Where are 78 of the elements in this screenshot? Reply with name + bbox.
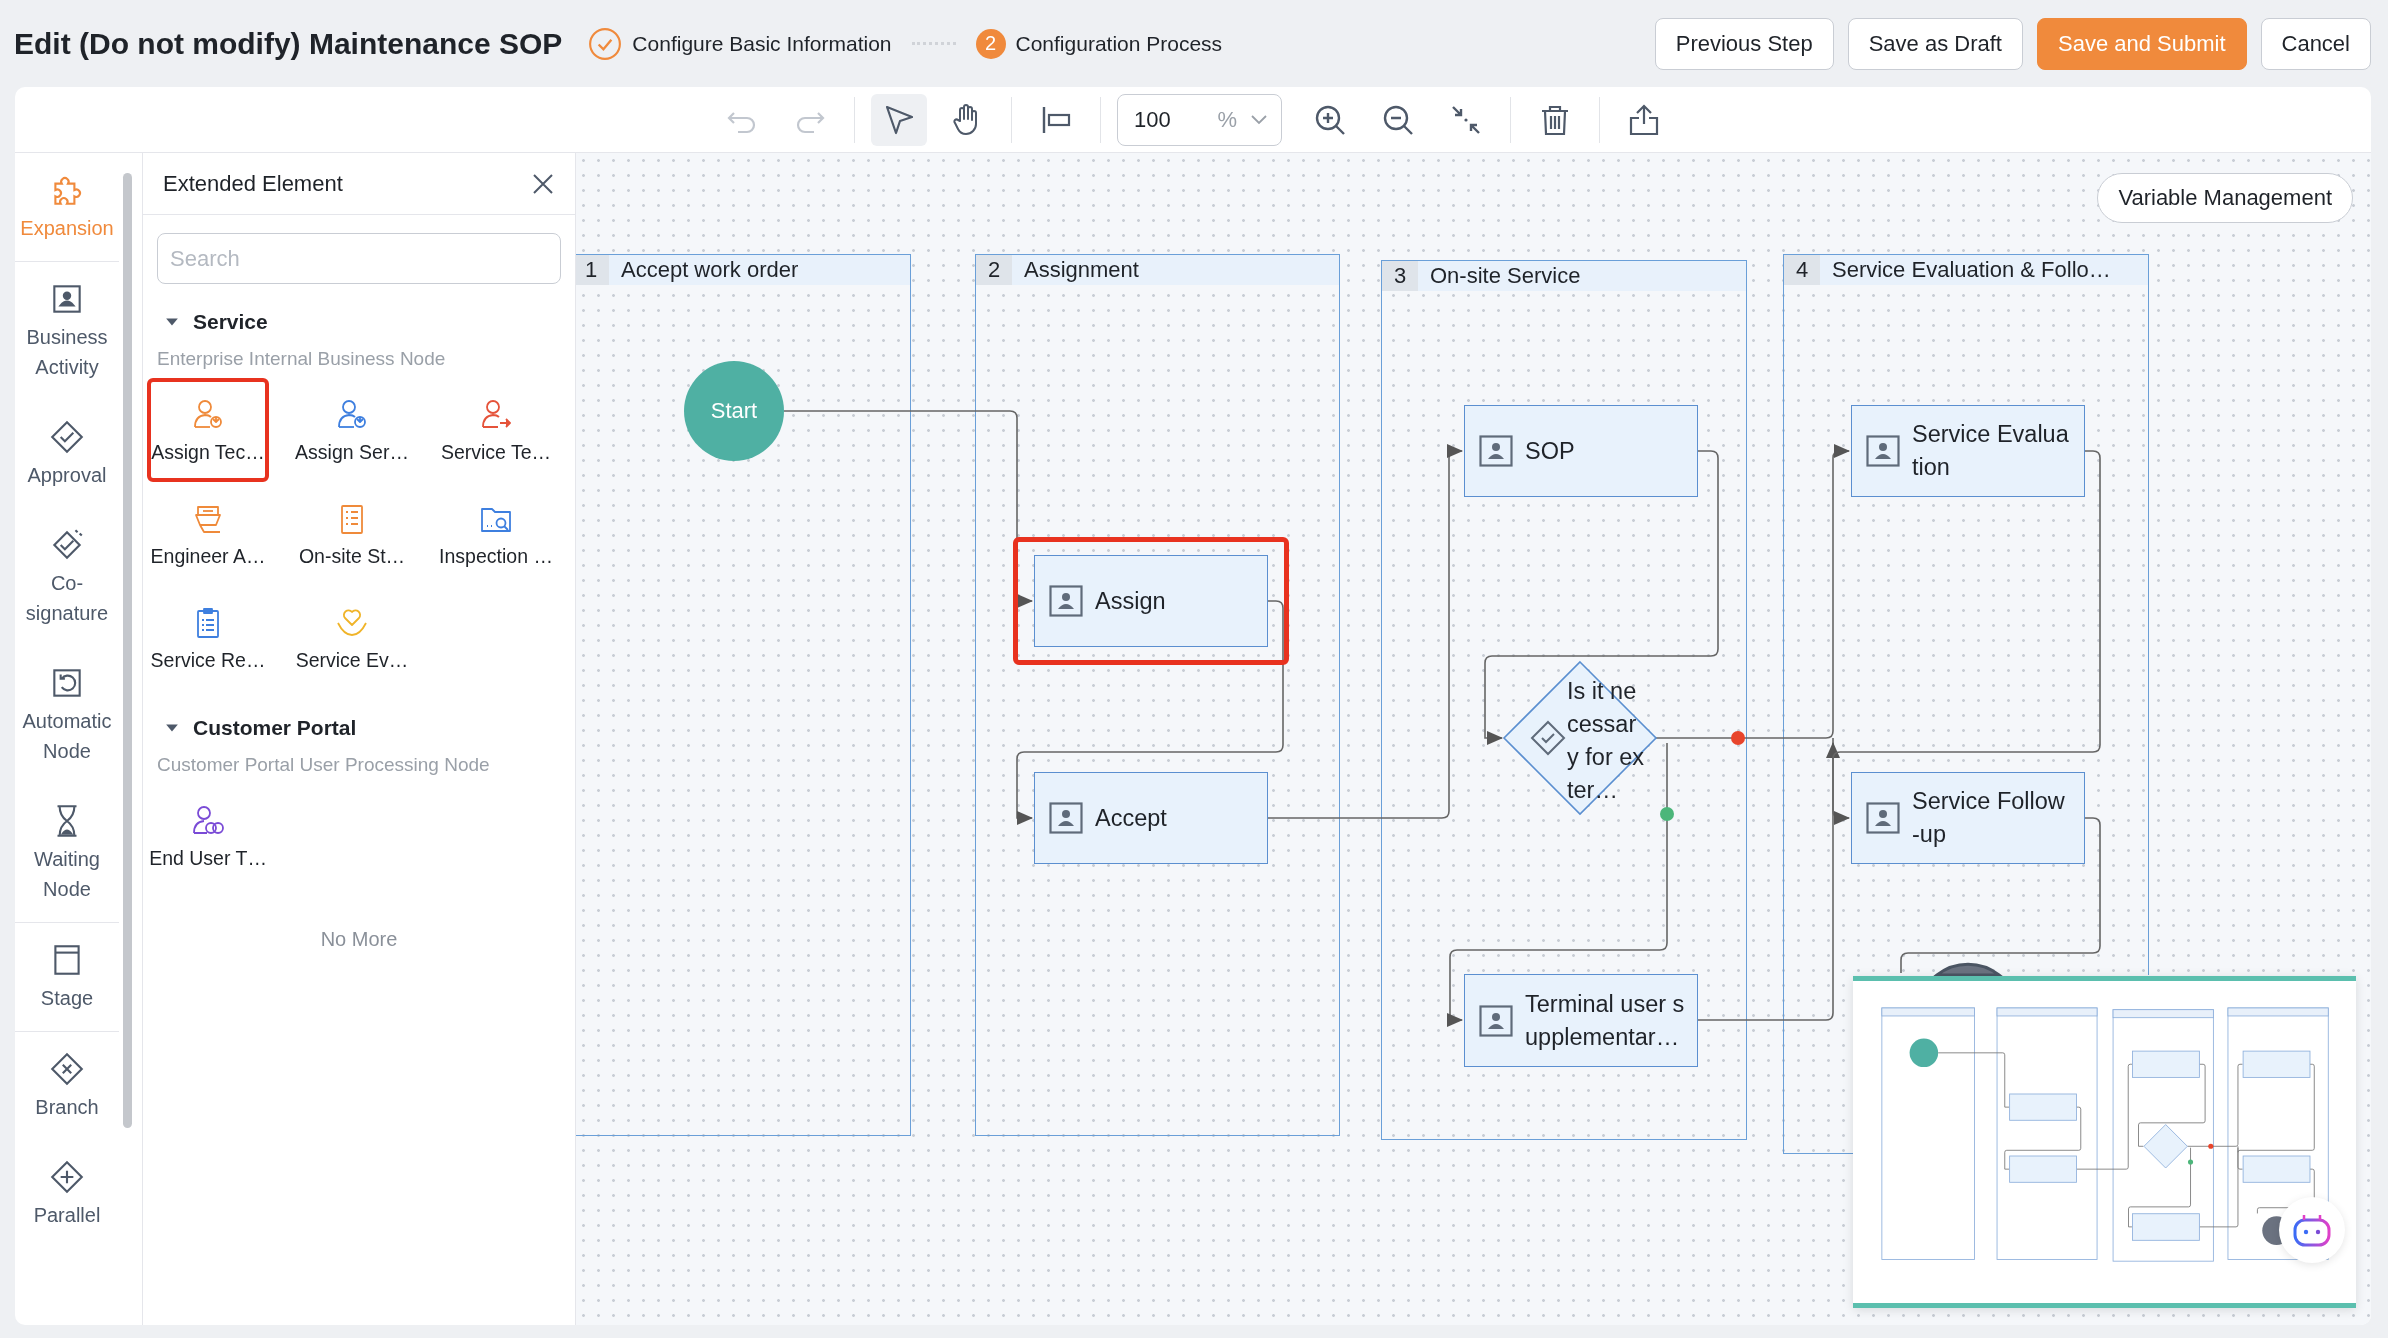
task-node[interactable]: Terminal user supplementar…	[1464, 974, 1698, 1067]
element-item[interactable]: Engineer A…	[147, 482, 269, 586]
nav-item[interactable]: Branch	[15, 1032, 119, 1140]
element-item[interactable]: On-site St…	[291, 482, 413, 586]
element-item[interactable]: Assign Ser…	[291, 378, 413, 482]
element-item[interactable]: End User T…	[147, 784, 269, 888]
person-icon	[1479, 1004, 1513, 1037]
close-icon[interactable]	[531, 171, 555, 196]
lane-title: Assignment	[1024, 257, 1139, 283]
lane-number: 3	[1382, 261, 1418, 291]
port-dot[interactable]	[1731, 731, 1745, 745]
end-node[interactable]	[1935, 962, 2001, 977]
zoom-field[interactable]: 100 %	[1117, 93, 1282, 146]
task-node[interactable]: Assign	[1034, 555, 1268, 647]
action-button[interactable]: Previous Step	[1654, 17, 1834, 70]
connector-line[interactable]	[1697, 742, 1840, 1021]
nav-item[interactable]: Automatic Node	[15, 646, 119, 784]
connector-line[interactable]	[1900, 817, 2101, 974]
variable-management-button[interactable]: Variable Management	[2097, 173, 2353, 223]
decision-node[interactable]	[1502, 660, 1658, 816]
element-item[interactable]: Service Re…	[147, 586, 269, 690]
nav-item[interactable]: Co-signature	[15, 508, 119, 646]
task-node[interactable]: SOP	[1464, 405, 1698, 497]
lane-title: Service Evaluation & Follo…	[1832, 257, 2111, 283]
page-title: Edit (Do not modify) Maintenance SOP	[14, 26, 563, 61]
lane-number: 2	[976, 255, 1012, 285]
person-icon	[1866, 802, 1900, 834]
nav-item[interactable]: Stage	[15, 923, 119, 1032]
task-node[interactable]: Service Evaluation	[1851, 405, 2085, 497]
connector-line[interactable]	[1832, 450, 2101, 760]
connector-line[interactable]	[1267, 444, 1463, 819]
node-label: Accept	[1095, 803, 1168, 833]
task-node[interactable]: Service Follow-up	[1851, 772, 2085, 864]
section-title: Customer Portal	[193, 716, 357, 740]
task-node[interactable]: Accept	[1034, 772, 1268, 864]
person-icon	[1049, 802, 1083, 834]
lane-number: 1	[576, 255, 609, 285]
node-label: Terminal user supplementar…	[1525, 989, 1685, 1052]
element-item[interactable]: Inspection …	[435, 482, 557, 586]
person-icon	[1866, 435, 1900, 467]
diamond-plus-icon	[48, 1158, 86, 1196]
person-icon	[1479, 435, 1513, 467]
robot-icon	[2292, 1212, 2332, 1248]
port-dot[interactable]	[1660, 807, 1674, 821]
connector-line[interactable]	[1832, 737, 1850, 825]
lane-number: 4	[1784, 255, 1820, 285]
nav-item[interactable]: Waiting Node	[15, 784, 119, 923]
element-item[interactable]: Service Te…	[435, 378, 557, 482]
section-title: Service	[193, 310, 268, 334]
scrollbar-thumb[interactable]	[123, 173, 132, 1128]
nav-item[interactable]: Approval	[15, 400, 119, 508]
nav-item[interactable]: Parallel	[15, 1140, 119, 1248]
node-label: Service Follow-up	[1912, 787, 2066, 849]
node-label: Assign	[1095, 586, 1167, 616]
node-label: SOP	[1525, 436, 1576, 466]
step-number: 2	[975, 28, 1006, 59]
action-button[interactable]: Cancel	[2260, 17, 2371, 70]
panel-title: Extended Element	[163, 170, 343, 197]
section-subtitle: Enterprise Internal Business Node	[156, 348, 447, 370]
node-label: Service Evaluation	[1912, 420, 2070, 482]
step-label: Configuration Process	[1015, 31, 1223, 56]
person-icon	[1049, 585, 1083, 617]
end-of-list-text: No More	[319, 928, 399, 951]
diamond-check-icon	[48, 418, 86, 456]
section-subtitle: Customer Portal User Processing Node	[156, 754, 491, 776]
search-field[interactable]: Search	[157, 233, 561, 284]
element-item[interactable]: Assign Tec…	[147, 378, 269, 482]
nav-item[interactable]: Business Activity	[15, 262, 119, 400]
chevron-icon	[1251, 114, 1267, 125]
diamond-x-icon	[48, 1050, 86, 1088]
step-label: Configure Basic Information	[632, 31, 892, 56]
connector-line[interactable]	[1447, 742, 1668, 1027]
action-button[interactable]: Save as Draft	[1847, 17, 2023, 70]
lane-title: On-site Service	[1430, 263, 1581, 289]
pointer-icon[interactable]	[871, 93, 927, 146]
decision-icon	[1530, 720, 1566, 756]
element-item[interactable]: Service Ev…	[291, 586, 413, 690]
lane-title: Accept work order	[621, 257, 799, 283]
